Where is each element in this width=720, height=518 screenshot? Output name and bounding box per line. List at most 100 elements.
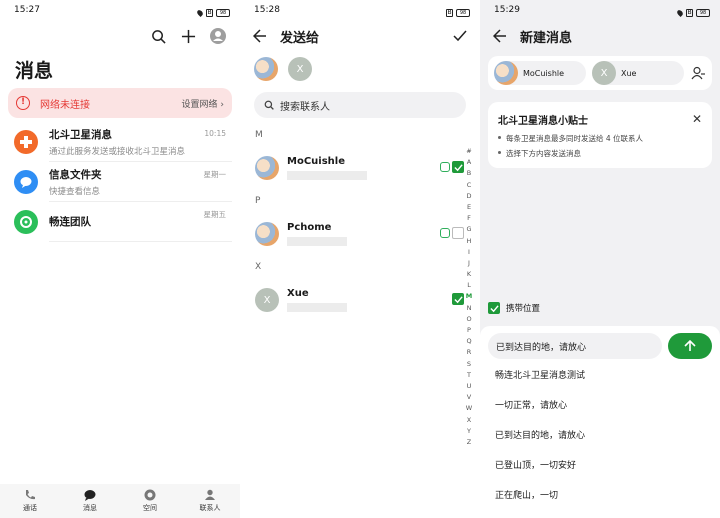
quick-reply-item[interactable]: 已登山顶，一切安好	[480, 451, 720, 481]
alphabet-letter[interactable]: M	[466, 292, 472, 300]
team-avatar-icon	[14, 210, 38, 234]
alphabet-letter[interactable]: U	[467, 382, 472, 390]
back-arrow-icon[interactable]	[492, 28, 508, 44]
alphabet-letter[interactable]: G	[466, 225, 471, 233]
conversation-item[interactable]: 北斗卫星消息 通过此服务发送或接收北斗卫星消息 10:15	[0, 122, 240, 162]
quick-reply-item[interactable]: 畅连北斗卫星消息测试	[480, 361, 720, 391]
new-message-screen: 15:29 B 98 新建消息 MoCuishle X Xue 北斗卫星消息小贴士…	[480, 0, 720, 518]
confirm-check-icon[interactable]	[452, 28, 468, 44]
location-icon	[676, 8, 684, 17]
top-bar	[0, 20, 240, 52]
alphabet-letter[interactable]: W	[466, 404, 472, 412]
selected-avatar[interactable]: X	[288, 57, 312, 81]
alphabet-index[interactable]: # A B C D E F G H I J K L M N O P Q R S T U V W X Y Z	[464, 147, 474, 446]
battery-icon: 98	[456, 8, 470, 17]
recipient-bar[interactable]: MoCuishle X Xue	[488, 56, 712, 90]
nav-contacts[interactable]: 联系人	[190, 489, 230, 513]
send-button[interactable]	[668, 333, 712, 359]
section-header: P	[255, 196, 261, 206]
alphabet-letter[interactable]: V	[467, 393, 471, 401]
beidou-icon: B	[446, 8, 453, 17]
warning-icon: !	[16, 96, 30, 110]
status-time: 15:27	[14, 5, 40, 15]
recipient-avatar	[494, 61, 518, 85]
recipient-avatar: X	[592, 61, 616, 85]
compose-panel: 已到达目的地，请放心 畅连北斗卫星消息测试 一切正常，请放心 已到达目的地，请放…	[480, 326, 720, 518]
recipient-chip[interactable]: X Xue	[592, 61, 684, 85]
send-to-screen: 15:28 B 98 发送给 X 搜索联系人 M MoCuishle P Pcho…	[240, 0, 480, 518]
contact-avatar: X	[255, 288, 279, 312]
recipient-chip[interactable]: MoCuishle	[494, 61, 586, 85]
network-banner[interactable]: ! 网络未连接 设置网络 ›	[8, 88, 232, 118]
location-icon	[196, 8, 204, 17]
alphabet-letter[interactable]: S	[467, 360, 471, 368]
section-header: X	[255, 262, 262, 272]
contact-checkbox[interactable]	[452, 293, 464, 305]
alphabet-letter[interactable]: Z	[467, 438, 471, 446]
add-icon[interactable]	[180, 28, 196, 44]
quick-reply-item[interactable]: 一切正常，请放心	[480, 391, 720, 421]
alphabet-letter[interactable]: F	[467, 214, 471, 222]
contacts-icon	[205, 489, 215, 500]
status-time: 15:28	[254, 5, 280, 15]
page-title: 消息	[15, 60, 54, 82]
page-title: 发送给	[280, 30, 320, 46]
alphabet-letter[interactable]: K	[467, 270, 471, 278]
network-settings-link[interactable]: 设置网络 ›	[182, 97, 224, 110]
alphabet-letter[interactable]: J	[468, 259, 470, 267]
selected-contacts: X	[240, 52, 480, 86]
alphabet-letter[interactable]: A	[467, 158, 471, 166]
contact-avatar	[255, 222, 279, 246]
contact-checkbox[interactable]	[452, 227, 464, 239]
quick-reply-item[interactable]: 已到达目的地，请放心	[480, 421, 720, 451]
alphabet-letter[interactable]: E	[467, 203, 471, 211]
contact-checkbox[interactable]	[452, 161, 464, 173]
alphabet-letter[interactable]: T	[467, 371, 471, 379]
avatar[interactable]	[210, 28, 226, 44]
search-input[interactable]: 搜索联系人	[254, 92, 466, 118]
alphabet-letter[interactable]: H	[467, 237, 472, 245]
location-toggle[interactable]: 携带位置	[488, 302, 540, 314]
battery-icon: 98	[216, 8, 230, 17]
battery-icon: 98	[696, 8, 710, 17]
tips-card: 北斗卫星消息小贴士 每条卫星消息最多同时发送给 4 位联系人 选择下方内容发送消…	[488, 102, 712, 168]
send-arrow-icon	[684, 340, 696, 351]
contact-row[interactable]: Pchome	[240, 212, 480, 256]
status-bar: 15:28 B 98	[240, 0, 480, 20]
alphabet-letter[interactable]: C	[467, 181, 472, 189]
alphabet-letter[interactable]: R	[467, 348, 472, 356]
alphabet-letter[interactable]: L	[467, 281, 471, 289]
search-icon[interactable]	[150, 28, 166, 44]
nav-messages[interactable]: 消息	[70, 489, 110, 513]
alphabet-letter[interactable]: #	[466, 147, 471, 155]
selected-avatar[interactable]	[254, 57, 278, 81]
beidou-icon: B	[206, 8, 213, 17]
status-bar: 15:29 B 98	[480, 0, 720, 20]
messages-screen: 15:27 B 98 消息 ! 网络未连接 设置网络 › 北斗卫星消息 通过此服务发…	[0, 0, 240, 518]
conversation-item[interactable]: 信息文件夹 快捷查看信息 星期一	[0, 162, 240, 202]
nav-space[interactable]: 空间	[130, 489, 170, 513]
alphabet-letter[interactable]: Q	[466, 337, 471, 345]
location-checkbox[interactable]	[488, 302, 500, 314]
alphabet-letter[interactable]: N	[467, 304, 472, 312]
back-arrow-icon[interactable]	[252, 28, 268, 44]
quick-reply-item[interactable]: 正在爬山，一切	[480, 481, 720, 511]
contact-row[interactable]: X Xue	[240, 278, 480, 322]
nav-calls[interactable]: 通话	[10, 489, 50, 513]
status-bar: 15:27 B 98	[0, 0, 240, 20]
page-title: 新建消息	[520, 30, 573, 46]
alphabet-letter[interactable]: I	[468, 248, 470, 256]
alphabet-letter[interactable]: Y	[467, 427, 471, 435]
alphabet-letter[interactable]: D	[466, 192, 471, 200]
close-icon[interactable]: ✕	[692, 112, 702, 126]
network-text: 网络未连接	[40, 99, 90, 111]
add-contact-icon[interactable]	[690, 65, 706, 81]
search-icon	[264, 100, 274, 110]
alphabet-letter[interactable]: X	[467, 416, 471, 424]
alphabet-letter[interactable]: O	[466, 315, 471, 323]
conversation-item[interactable]: 畅连团队 星期五	[0, 202, 240, 242]
alphabet-letter[interactable]: B	[467, 169, 471, 177]
alphabet-letter[interactable]: P	[467, 326, 471, 334]
message-input[interactable]: 已到达目的地，请放心	[488, 333, 662, 359]
contact-row[interactable]: MoCuishle	[240, 146, 480, 190]
